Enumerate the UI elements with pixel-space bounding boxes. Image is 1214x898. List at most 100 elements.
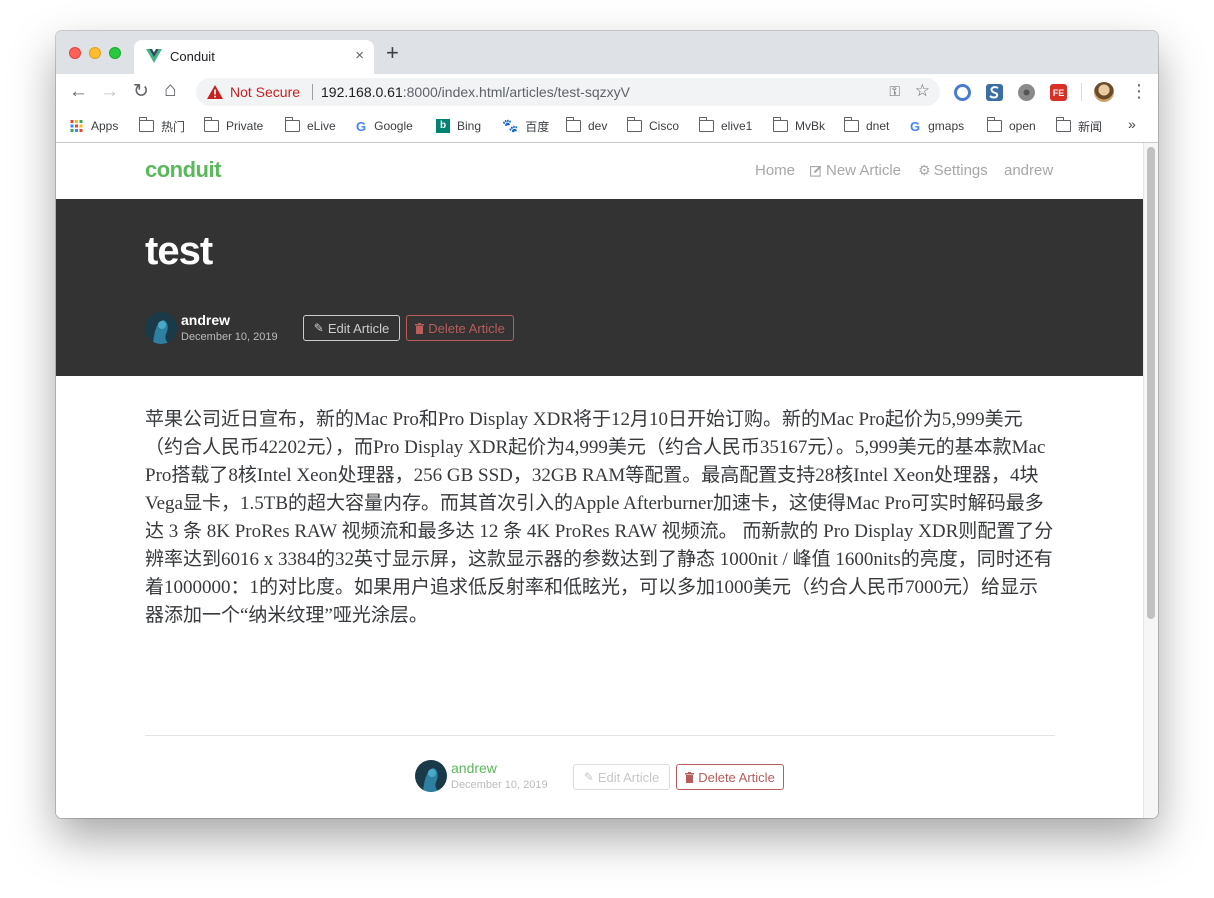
browser-window: Conduit × + ← → ↻ ⌂ Not Secure 192.168.0… <box>56 31 1158 818</box>
bookmark-item[interactable]: elive1 <box>699 117 752 135</box>
forward-button[interactable]: → <box>100 82 119 102</box>
baidu-icon: 🐾 <box>502 118 519 133</box>
key-icon[interactable]: ⚿ <box>889 83 900 100</box>
bookmark-item[interactable]: eLive <box>285 117 336 135</box>
delete-article-label: Delete Article <box>428 320 505 336</box>
bookmark-item[interactable]: G Google <box>356 117 413 135</box>
extension-gear-icon[interactable] <box>1018 84 1035 101</box>
bookmark-label: 百度 <box>525 119 550 134</box>
browser-menu-icon[interactable]: ⋮ <box>1130 82 1148 100</box>
warning-icon <box>207 85 223 99</box>
google-icon: G <box>910 118 921 134</box>
delete-article-label: Delete Article <box>698 769 775 785</box>
edit-article-button[interactable]: ✎ Edit Article <box>303 315 400 341</box>
nav-new-article[interactable]: New Article <box>810 162 901 179</box>
bookmark-item[interactable]: Apps <box>69 117 118 135</box>
divider <box>145 735 1055 736</box>
maximize-window-button[interactable] <box>109 47 121 59</box>
bookmark-label: MvBk <box>795 119 825 133</box>
author-avatar[interactable] <box>145 312 177 344</box>
url-text[interactable]: 192.168.0.61:8000/index.html/articles/te… <box>321 84 630 100</box>
gear-icon: ⚙ <box>918 162 931 178</box>
minimize-window-button[interactable] <box>89 47 101 59</box>
bookmark-label: Bing <box>457 119 482 133</box>
article-title: test <box>145 229 213 273</box>
bookmark-item[interactable]: 热门 <box>139 117 185 135</box>
article-body: 苹果公司近日宣布，新的Mac Pro和Pro Display XDR将于12月1… <box>145 409 1054 626</box>
bookmark-label: gmaps <box>928 119 965 133</box>
folder-icon <box>139 117 154 132</box>
edit-article-label: Edit Article <box>327 320 390 336</box>
bookmark-item[interactable]: open <box>987 117 1036 135</box>
edit-article-label: Edit Article <box>597 769 660 785</box>
folder-icon <box>566 117 581 132</box>
extension-fe-icon[interactable]: FE <box>1050 84 1067 101</box>
url-path: :8000/index.html/articles/test-sqzxyV <box>402 84 630 100</box>
nav-home-label: Home <box>755 162 796 179</box>
profile-avatar[interactable] <box>1094 82 1114 102</box>
bookmark-item[interactable]: Ggmaps <box>910 117 964 135</box>
folder-icon <box>204 117 219 132</box>
toolbar-divider <box>1081 83 1082 101</box>
google-icon: G <box>356 118 367 134</box>
security-status[interactable]: Not Secure <box>230 84 300 100</box>
bookmark-label: eLive <box>307 119 336 133</box>
page-scrollbar[interactable] <box>1143 143 1158 818</box>
nav-user-label: andrew <box>1004 162 1054 179</box>
nav-profile[interactable]: andrew <box>1004 162 1053 179</box>
author-avatar[interactable] <box>415 760 447 792</box>
back-button[interactable]: ← <box>69 82 88 102</box>
bookmark-label: dev <box>588 119 608 133</box>
bookmark-label: elive1 <box>721 119 753 133</box>
tab-strip: Conduit × + <box>56 31 1158 74</box>
bookmark-item[interactable]: Private <box>204 117 263 135</box>
folder-icon <box>285 117 300 132</box>
nav-settings[interactable]: ⚙ Settings <box>918 162 988 179</box>
pencil-icon: ✎ <box>583 770 594 784</box>
bookmark-label: open <box>1009 119 1036 133</box>
author-name[interactable]: andrew <box>451 760 497 776</box>
folder-icon <box>1056 117 1071 132</box>
bookmarks-overflow-icon[interactable]: » <box>1128 116 1136 132</box>
brand-logo[interactable]: conduit <box>145 157 221 183</box>
bookmark-item[interactable]: dev <box>566 117 607 135</box>
bookmark-label: dnet <box>866 119 890 133</box>
trash-icon <box>415 322 425 334</box>
article-banner: test andrew December 10, 2019 ✎ Edit Art… <box>56 199 1143 376</box>
bookmark-item[interactable]: Cisco <box>627 117 679 135</box>
folder-icon <box>773 117 788 132</box>
bookmark-item[interactable]: b Bing <box>436 117 481 135</box>
delete-article-button[interactable]: Delete Article <box>676 764 784 790</box>
bookmark-item[interactable]: dnet <box>844 117 889 135</box>
bookmark-item[interactable]: MvBk <box>773 117 825 135</box>
browser-tab[interactable]: Conduit × <box>134 40 374 74</box>
reload-button[interactable]: ↻ <box>133 82 149 102</box>
edit-icon <box>810 165 822 177</box>
bookmark-label: Cisco <box>649 119 680 133</box>
nav-home[interactable]: Home <box>755 162 795 179</box>
article-date: December 10, 2019 <box>181 331 278 343</box>
extension-circle-icon[interactable] <box>954 84 971 101</box>
bookmarks-bar: Apps 热门 Private eLive G Google b Bing 🐾 百度 … <box>56 110 1158 143</box>
tab-title: Conduit <box>170 49 215 64</box>
bookmark-label: 新闻 <box>1078 119 1103 134</box>
delete-article-button[interactable]: Delete Article <box>406 315 514 341</box>
bookmark-item[interactable]: 新闻 <box>1056 117 1102 135</box>
new-tab-button[interactable]: + <box>386 42 399 64</box>
folder-icon <box>627 117 642 132</box>
bookmark-item[interactable]: 🐾 百度 <box>502 117 549 135</box>
address-bar[interactable]: Not Secure 192.168.0.61:8000/index.html/… <box>196 78 940 106</box>
extension-s-icon[interactable] <box>986 84 1003 101</box>
edit-article-button[interactable]: ✎ Edit Article <box>573 764 670 790</box>
bookmark-star-icon[interactable]: ☆ <box>915 81 930 101</box>
bookmark-label: 热门 <box>161 119 186 134</box>
close-tab-icon[interactable]: × <box>355 47 364 64</box>
pencil-icon: ✎ <box>313 321 324 335</box>
close-window-button[interactable] <box>69 47 81 59</box>
folder-icon <box>987 117 1002 132</box>
bookmark-label: Google <box>374 119 413 133</box>
home-button[interactable]: ⌂ <box>164 79 177 100</box>
scrollbar-thumb[interactable] <box>1147 147 1155 619</box>
author-name[interactable]: andrew <box>181 312 230 328</box>
nav-settings-label: Settings <box>933 162 988 179</box>
